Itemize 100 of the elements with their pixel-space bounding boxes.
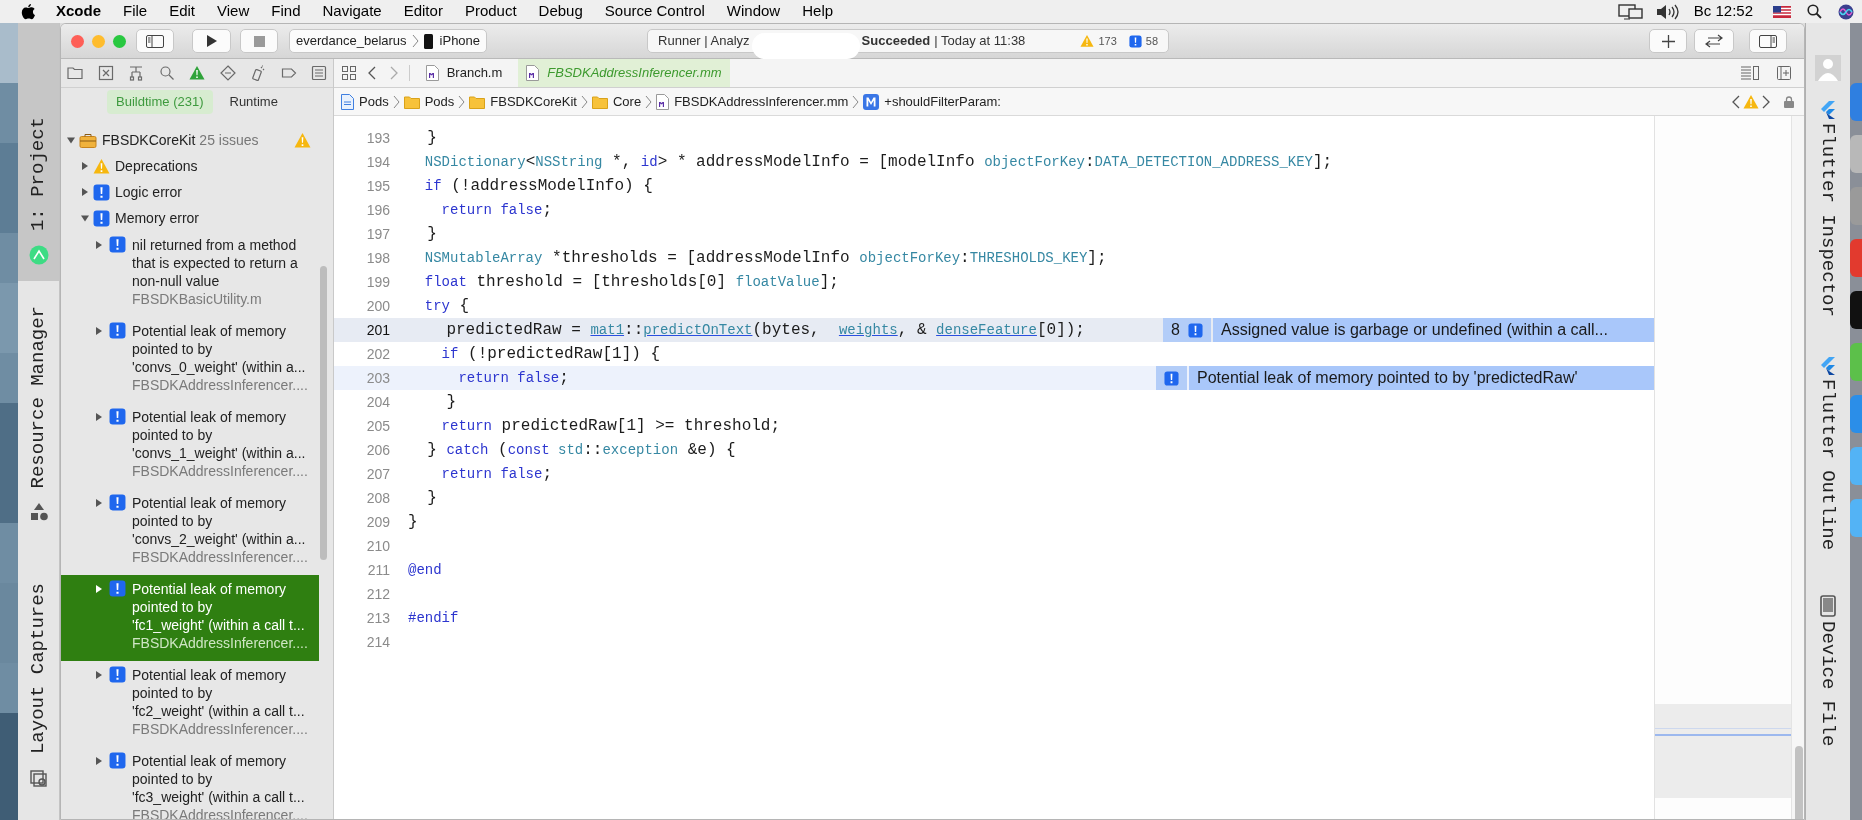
add-button[interactable] [1649, 29, 1687, 53]
disclosure-triangle-icon[interactable] [81, 214, 89, 222]
menu-item[interactable]: Edit [167, 0, 198, 23]
side-tab[interactable]: Flutter Outline [1813, 356, 1843, 550]
inspector-toggle-button[interactable] [1749, 29, 1787, 53]
list-icon[interactable] [311, 65, 327, 81]
issue-row[interactable]: Potential leak of memory pointed to by 'fc2_weight' (within a call t... FBSDKAddressInferencer.... [61, 661, 319, 747]
disclosure-triangle-icon[interactable] [95, 413, 103, 421]
run-button[interactable] [192, 29, 231, 53]
line-number: 204 [365, 392, 390, 412]
issue-badge[interactable] [1156, 366, 1187, 390]
stop-button[interactable] [240, 29, 278, 53]
menu-item[interactable]: Editor [401, 0, 445, 23]
scrollbar-thumb[interactable] [320, 266, 327, 560]
disclosure-triangle-icon[interactable] [95, 671, 103, 679]
phone-icon [1820, 594, 1836, 617]
hierarchy-icon[interactable] [128, 65, 144, 81]
menu-item[interactable]: Source Control [602, 0, 707, 23]
tree-row[interactable]: Memory error [61, 205, 333, 231]
menu-item[interactable]: Window [724, 0, 783, 23]
breadcrumb[interactable]: +shouldFilterParam: [863, 91, 1001, 112]
issue-message: Potential leak of memory pointed to by 'convs_1_weight' (within a... [132, 408, 307, 462]
display-icon[interactable] [1617, 3, 1644, 20]
menu-item[interactable]: Find [269, 0, 303, 23]
issue-annotation[interactable]: Potential leak of memory pointed to by 'predictedRaw' [1189, 366, 1654, 390]
app-menu[interactable]: Xcode [54, 0, 103, 23]
error-icon [1164, 370, 1179, 386]
issue-annotation[interactable]: Assigned value is garbage or undefined (within a call... [1213, 318, 1654, 342]
issue-badge[interactable]: 8 [1163, 318, 1211, 342]
disclosure-triangle-icon[interactable] [95, 585, 103, 593]
breadcrumb[interactable]: Pods [403, 91, 455, 112]
flutter-icon [1820, 101, 1836, 119]
breadcrumb[interactable]: FBSDKAddressInferencer.mm [656, 91, 849, 112]
flag-icon[interactable] [1773, 5, 1791, 18]
breadcrumb[interactable]: Pods [341, 91, 389, 112]
side-tab[interactable]: 1: Project [18, 23, 59, 282]
disclosure-triangle-icon[interactable] [95, 499, 103, 507]
warning-icon[interactable] [189, 65, 205, 81]
side-tab[interactable]: Layout Captures [18, 538, 59, 803]
menu-clock[interactable]: Вс 12:52 [1693, 0, 1753, 23]
disclosure-triangle-icon[interactable] [81, 188, 89, 196]
menu-item[interactable]: Debug [536, 0, 585, 23]
issue-row[interactable]: Potential leak of memory pointed to by 'convs_0_weight' (within a... FBSDKAddressInferencer.... [61, 317, 319, 403]
previous-issue-icon[interactable] [1732, 94, 1740, 109]
tree-row[interactable]: FBSDKCoreKit 25 issues [61, 127, 333, 153]
spray-icon[interactable] [250, 65, 266, 81]
scheme-selector[interactable]: everdance_belarus iPhone [289, 29, 488, 53]
add-editor-icon[interactable] [1776, 65, 1792, 81]
breadcrumb[interactable]: Core [592, 91, 642, 112]
back-icon[interactable] [367, 66, 376, 80]
code-review-button[interactable] [1694, 29, 1734, 53]
menu-item[interactable]: View [215, 0, 252, 23]
tree-row[interactable]: Logic error [61, 179, 333, 205]
disclosure-triangle-icon[interactable] [95, 757, 103, 765]
apple-icon[interactable] [21, 3, 36, 20]
editor-tab[interactable]: Branch.m [410, 59, 518, 87]
issue-row[interactable]: Potential leak of memory pointed to by 'fc1_weight' (within a call t... FBSDKAddressInferencer.... [61, 575, 319, 661]
lines-icon[interactable] [1740, 65, 1760, 81]
disclosure-triangle-icon[interactable] [95, 327, 103, 335]
issue-message: nil returned from a method that is expected to return a non-null value [132, 236, 298, 290]
disclosure-triangle-icon[interactable] [67, 136, 75, 144]
grid-icon[interactable] [341, 65, 357, 81]
issue-row[interactable]: Potential leak of memory pointed to by 'convs_1_weight' (within a... FBSDKAddressInferencer.... [61, 403, 319, 489]
code-line: predictedRaw = mat1::predictOnText(bytes, weights, & denseFeature[0]); [445, 320, 1085, 341]
menu-item[interactable]: File [121, 0, 150, 23]
sidebar-toggle-button[interactable] [136, 29, 174, 53]
scope-tab[interactable]: Runtime [220, 90, 287, 114]
next-issue-icon[interactable] [1762, 94, 1770, 109]
menu-item[interactable]: Product [462, 0, 519, 23]
error-count: 58 [1145, 33, 1159, 49]
line-number: 209 [365, 512, 390, 532]
scrollbar-thumb[interactable] [1795, 746, 1803, 819]
layout-capture-icon [28, 768, 49, 789]
siri-icon[interactable] [1838, 3, 1854, 20]
issue-row[interactable]: Potential leak of memory pointed to by 'convs_2_weight' (within a... FBSDKAddressInferencer.... [61, 489, 319, 575]
disclosure-triangle-icon[interactable] [95, 241, 103, 249]
activity-project: Runner | Analyz [658, 32, 750, 51]
error-icon [93, 183, 110, 201]
tag-icon[interactable] [280, 65, 297, 81]
side-tab[interactable]: Resource Manager [18, 281, 59, 539]
side-tab[interactable]: Device File [1813, 594, 1843, 747]
diamond-icon[interactable] [219, 65, 236, 81]
side-tab[interactable]: Flutter Inspector [1813, 101, 1843, 317]
breadcrumb[interactable]: FBSDKCoreKit [469, 91, 577, 112]
menu-item[interactable]: Help [800, 0, 836, 23]
volume-icon[interactable] [1655, 3, 1680, 20]
error-icon [1128, 34, 1142, 48]
disclosure-triangle-icon[interactable] [81, 162, 89, 170]
issue-row[interactable]: nil returned from a method that is expected to return a non-null value FBSDKBasicUtility.m [61, 231, 319, 317]
chevron-icon [458, 94, 466, 109]
line-number: 213 [365, 608, 390, 628]
issue-file: FBSDKAddressInferencer.... [132, 376, 308, 394]
folder-icon[interactable] [67, 65, 83, 81]
line-number: 214 [365, 632, 390, 652]
tree-row[interactable]: Deprecations [61, 153, 333, 179]
activity-status: Succeeded [861, 32, 931, 51]
menu-item[interactable]: Navigate [320, 0, 384, 23]
search-icon[interactable] [1807, 4, 1822, 19]
close-square-icon[interactable] [97, 65, 114, 81]
lock-icon[interactable] [1784, 95, 1794, 108]
